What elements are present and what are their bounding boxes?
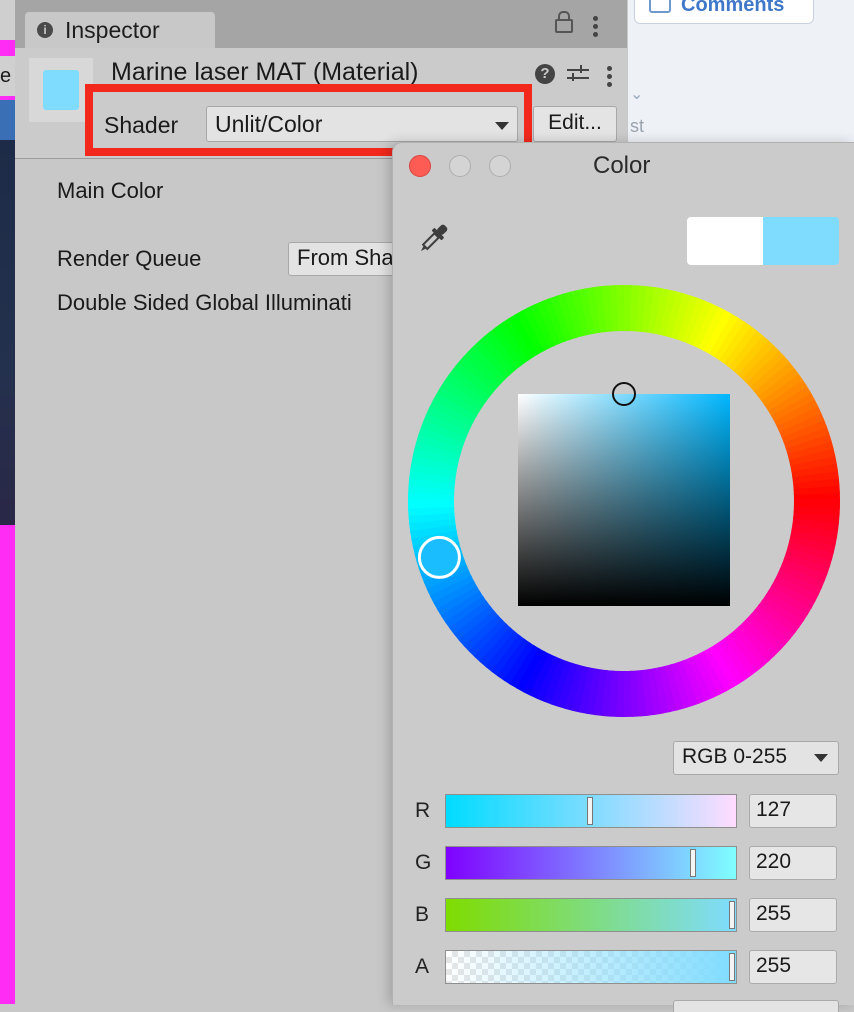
minimize-window-button[interactable] — [449, 155, 471, 177]
current-color-swatch — [763, 217, 839, 265]
help-icon[interactable]: ? — [535, 64, 555, 84]
channel-r-slider-thumb[interactable] — [587, 797, 593, 825]
material-title: Marine laser MAT (Material) — [111, 58, 418, 87]
material-menu-icon[interactable] — [607, 66, 613, 90]
edit-shader-button[interactable]: Edit... — [533, 106, 617, 142]
channel-b-input[interactable]: 255 — [749, 898, 837, 932]
preset-sliders-icon[interactable] — [567, 64, 589, 84]
swatches-dropdown[interactable] — [673, 1000, 839, 1012]
zoom-window-button[interactable] — [489, 155, 511, 177]
background-truncated-text: st — [630, 116, 644, 137]
channel-a-slider[interactable] — [445, 950, 737, 984]
channel-a-slider-thumb[interactable] — [729, 953, 735, 981]
channel-g-slider[interactable] — [445, 846, 737, 880]
eyedropper-icon[interactable] — [415, 219, 451, 259]
channel-a-input[interactable]: 255 — [749, 950, 837, 984]
close-window-button[interactable] — [409, 155, 431, 177]
tab-inspector[interactable]: i Inspector — [25, 12, 215, 48]
scene-strip-label: e — [0, 56, 15, 96]
scene-strip-selected — [0, 100, 15, 140]
channel-b-slider[interactable] — [445, 898, 737, 932]
color-mode-value: RGB 0-255 — [682, 745, 787, 768]
tab-menu-icon[interactable] — [593, 16, 599, 40]
background-app-panel: Comments ⌄ st — [628, 0, 854, 150]
channel-g-slider-thumb[interactable] — [690, 849, 696, 877]
channel-g-input[interactable]: 220 — [749, 846, 837, 880]
color-picker-window: Color — [392, 142, 854, 1005]
scene-viewport — [0, 140, 15, 525]
render-queue-label: Render Queue — [57, 246, 201, 272]
channel-b-label: B — [415, 903, 429, 927]
lock-icon[interactable] — [555, 19, 573, 33]
scene-view-strip: e — [0, 0, 15, 1004]
saturation-brightness-square[interactable] — [518, 394, 730, 606]
double-sided-gi-label: Double Sided Global Illuminati — [57, 290, 352, 316]
color-wheel[interactable] — [408, 285, 840, 717]
channel-r-label: R — [415, 799, 430, 823]
comment-icon — [649, 0, 671, 13]
material-preview-thumbnail — [29, 58, 93, 122]
main-color-label: Main Color — [57, 178, 163, 204]
material-swatch — [43, 70, 79, 110]
dropdown-arrow-icon — [814, 754, 828, 762]
inspector-tab-bar: i Inspector — [15, 0, 627, 48]
color-picker-title: Color — [593, 152, 650, 180]
info-icon: i — [37, 22, 53, 38]
color-mode-dropdown[interactable]: RGB 0-255 — [673, 741, 839, 775]
channel-r-input[interactable]: 127 — [749, 794, 837, 828]
hue-handle[interactable] — [419, 537, 459, 577]
channel-a-label: A — [415, 955, 429, 979]
channel-r-slider[interactable] — [445, 794, 737, 828]
tab-inspector-label: Inspector — [65, 17, 160, 44]
color-preview — [687, 217, 839, 265]
chevron-down-icon: ⌄ — [630, 84, 643, 104]
channel-b-slider-thumb[interactable] — [729, 901, 735, 929]
previous-color-swatch[interactable] — [687, 217, 763, 265]
channel-g-label: G — [415, 851, 431, 875]
comments-label: Comments — [681, 0, 784, 16]
scene-strip-top — [0, 0, 15, 40]
comments-button[interactable]: Comments — [634, 0, 814, 24]
